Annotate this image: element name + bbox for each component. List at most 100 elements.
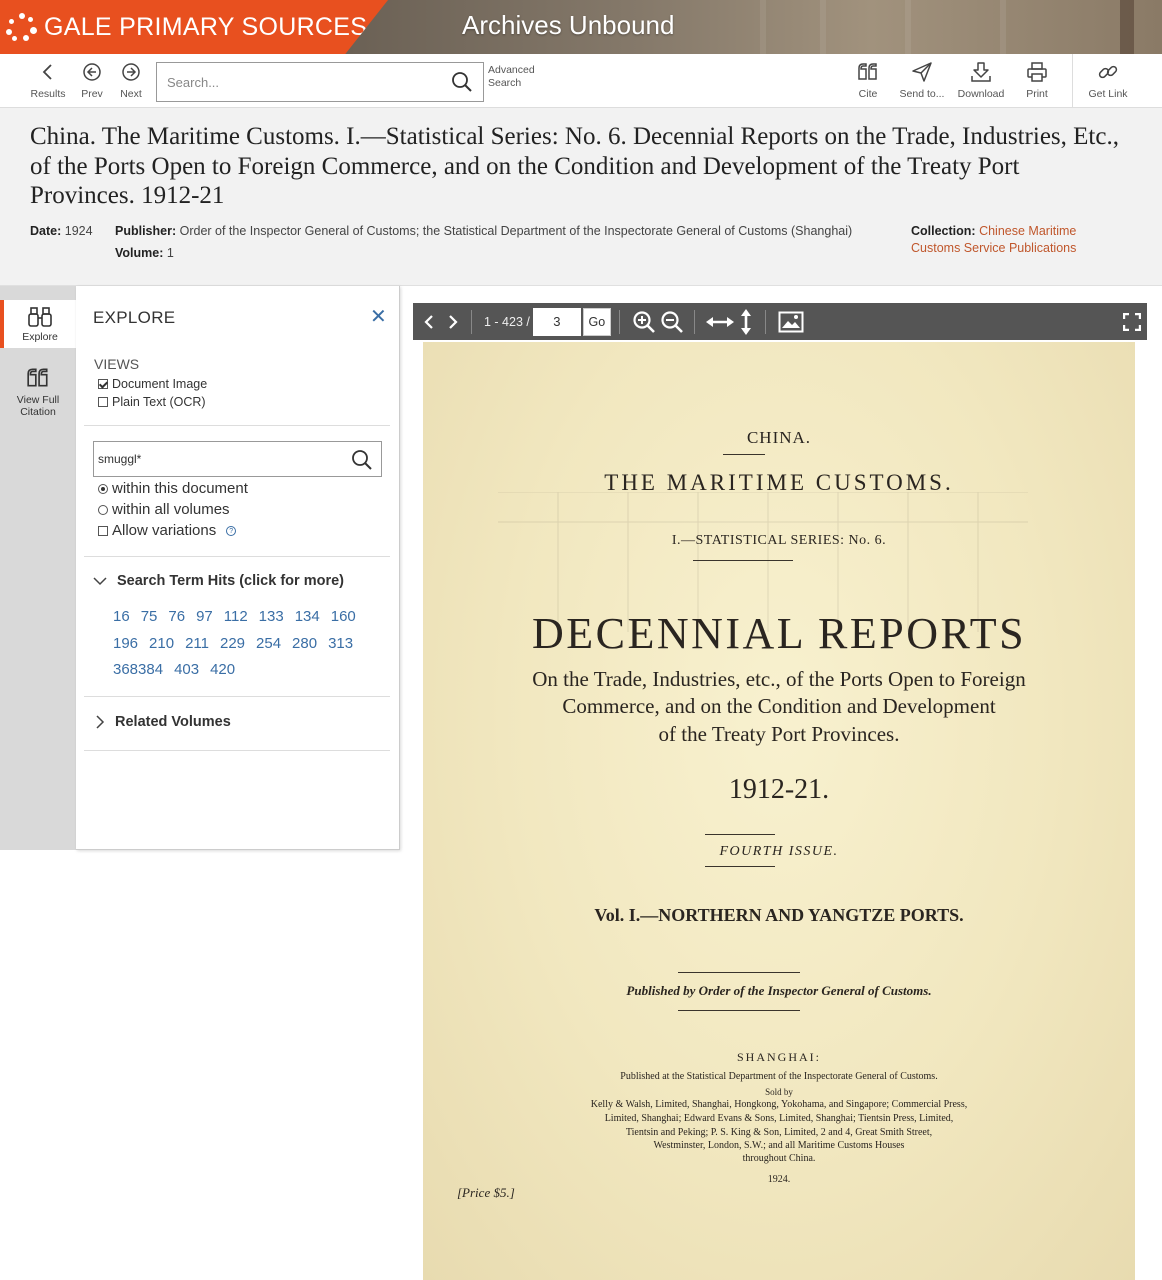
toolbar-separator [471, 309, 472, 334]
search-icon[interactable] [451, 71, 473, 93]
scope-this-document-option[interactable]: within this document [98, 480, 248, 497]
view-document-image-option[interactable]: Document Image [98, 377, 207, 391]
hit-page-link[interactable]: 254 [256, 631, 281, 658]
collection-label: Collection: [911, 224, 976, 238]
image-icon [778, 311, 804, 332]
collection-link-line2[interactable]: Customs Service Publications [911, 241, 1076, 255]
plain-text-checkbox[interactable] [98, 397, 108, 407]
product-title[interactable]: Archives Unbound [462, 10, 674, 41]
banner-decoration [820, 0, 826, 54]
gale-brand[interactable]: GALE PRIMARY SOURCES [0, 0, 388, 54]
cite-button[interactable]: Cite [853, 60, 883, 100]
plain-text-label: Plain Text (OCR) [112, 395, 206, 409]
results-button[interactable]: Results [30, 60, 66, 100]
prev-button[interactable]: Prev [78, 60, 106, 100]
arrow-right-circle-icon [122, 63, 140, 81]
rail-explore-button[interactable]: Explore [0, 300, 76, 348]
hit-page-link[interactable]: 160 [331, 604, 356, 631]
cite-label: Cite [858, 88, 878, 100]
prev-page-button[interactable] [421, 314, 437, 330]
document-image-checkbox[interactable] [98, 379, 108, 389]
related-volumes-toggle[interactable]: Related Volumes [93, 714, 231, 730]
hit-page-link[interactable]: 368 [113, 657, 138, 684]
send-to-button[interactable]: Send to... [898, 60, 946, 100]
advanced-search-line2: Search [488, 77, 522, 89]
gale-logo-icon [6, 11, 38, 43]
hit-page-link[interactable]: 403 [174, 657, 199, 684]
rail-view-citation-button[interactable]: View Full Citation [0, 366, 76, 418]
zoom-out-button[interactable] [660, 310, 684, 334]
hit-page-link[interactable]: 134 [295, 604, 320, 631]
image-settings-button[interactable] [778, 311, 804, 333]
publisher-label: Publisher: [115, 224, 177, 238]
hit-page-link[interactable]: 229 [220, 631, 245, 658]
header-banner: GALE PRIMARY SOURCES Archives Unbound [0, 0, 1162, 54]
search-icon[interactable] [351, 449, 373, 471]
hit-page-link[interactable]: 420 [210, 657, 235, 684]
fullscreen-button[interactable] [1123, 312, 1141, 331]
scope-all-volumes-option[interactable]: within all volumes [98, 501, 230, 518]
chevron-left-icon [42, 64, 52, 80]
go-button[interactable]: Go [582, 307, 611, 336]
view-plain-text-option[interactable]: Plain Text (OCR) [98, 395, 206, 409]
page-number-input[interactable] [532, 307, 581, 336]
fit-height-button[interactable] [739, 308, 753, 336]
hit-page-link[interactable]: 210 [149, 631, 174, 658]
document-title: China. The Maritime Customs. I.—Statisti… [30, 123, 1119, 209]
page-subtitle-line2: Commerce, and on the Condition and Devel… [562, 694, 996, 718]
quote-icon [27, 368, 48, 387]
page-line-china: CHINA. [746, 428, 812, 447]
search-input[interactable] [157, 63, 437, 101]
fit-width-icon [705, 316, 734, 327]
chevron-left-icon [424, 314, 433, 329]
print-button[interactable]: Print [1022, 60, 1052, 100]
page-rule [723, 454, 765, 455]
all-volumes-radio[interactable] [98, 504, 108, 515]
page-imprint-line7: throughout China. [742, 1153, 816, 1164]
hit-page-link[interactable]: 196 [113, 631, 138, 658]
chevron-right-icon [449, 314, 458, 329]
page-imprint-line1: Published at the Statistical Department … [620, 1071, 938, 1082]
print-label: Print [1026, 88, 1048, 100]
download-button[interactable]: Download [955, 60, 1007, 100]
hit-page-link[interactable]: 280 [292, 631, 317, 658]
hit-page-link[interactable]: 75 [141, 604, 158, 631]
page-imprint-line3: Kelly & Walsh, Limited, Shanghai, Hongko… [590, 1099, 968, 1110]
page-volume: Vol. I.—NORTHERN AND YANGTZE PORTS. [594, 905, 964, 925]
download-icon [971, 62, 991, 82]
banner-decoration [1000, 0, 1006, 54]
hit-page-link[interactable]: 16 [113, 604, 130, 631]
zoom-in-button[interactable] [632, 310, 656, 334]
send-to-label: Send to... [899, 88, 945, 100]
hit-page-link[interactable]: 133 [259, 604, 284, 631]
close-icon[interactable]: ✕ [370, 304, 387, 329]
page-line-maritime-customs: THE MARITIME CUSTOMS. [604, 470, 954, 495]
all-volumes-label: within all volumes [112, 501, 230, 518]
this-document-label: within this document [112, 480, 248, 497]
hit-page-link[interactable]: 211 [185, 631, 209, 658]
fit-width-button[interactable] [705, 314, 735, 330]
collection-link[interactable]: Chinese Maritime [979, 224, 1076, 238]
search-term-hits-toggle[interactable]: Search Term Hits (click for more) [93, 573, 344, 589]
next-button[interactable]: Next [117, 60, 145, 100]
next-page-button[interactable] [445, 314, 461, 330]
this-document-radio[interactable] [98, 483, 108, 494]
page-rule [705, 866, 775, 867]
hit-page-link[interactable]: 313 [328, 631, 353, 658]
document-search-field [93, 441, 382, 477]
help-icon[interactable]: ? [226, 525, 237, 536]
allow-variations-option[interactable]: Allow variations ? [98, 522, 237, 539]
hit-page-link[interactable]: 76 [168, 604, 185, 631]
hit-page-link[interactable]: 384 [138, 657, 163, 684]
get-link-button[interactable]: Get Link [1086, 60, 1130, 100]
document-page-image[interactable]: CHINA. THE MARITIME CUSTOMS. I.—STATISTI… [423, 342, 1135, 1280]
allow-variations-checkbox[interactable] [98, 525, 108, 536]
toolbar: Results Prev Next Advanced Search Cite S… [0, 54, 1162, 108]
document-search-input[interactable] [94, 442, 334, 476]
advanced-search-link[interactable]: Advanced Search [488, 64, 535, 90]
explore-panel: EXPLORE ✕ VIEWS Document Image Plain Tex… [76, 286, 400, 850]
hit-page-link[interactable]: 97 [196, 604, 213, 631]
hit-page-link[interactable]: 112 [224, 604, 248, 631]
toolbar-separator [764, 309, 766, 334]
rail-view-citation-line1: View Full [16, 394, 60, 406]
